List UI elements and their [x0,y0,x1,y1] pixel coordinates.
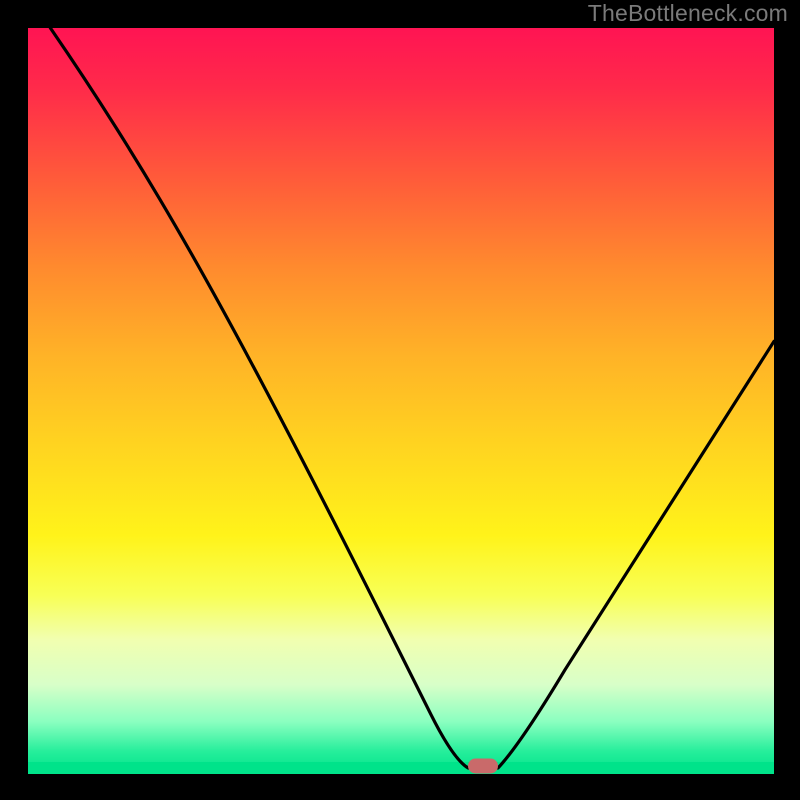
bottleneck-curve [28,28,774,774]
chart-frame: TheBottleneck.com [0,0,800,800]
curve-path [50,28,774,768]
watermark-text: TheBottleneck.com [588,0,788,27]
optimal-marker [468,758,498,773]
plot-area [28,28,774,774]
